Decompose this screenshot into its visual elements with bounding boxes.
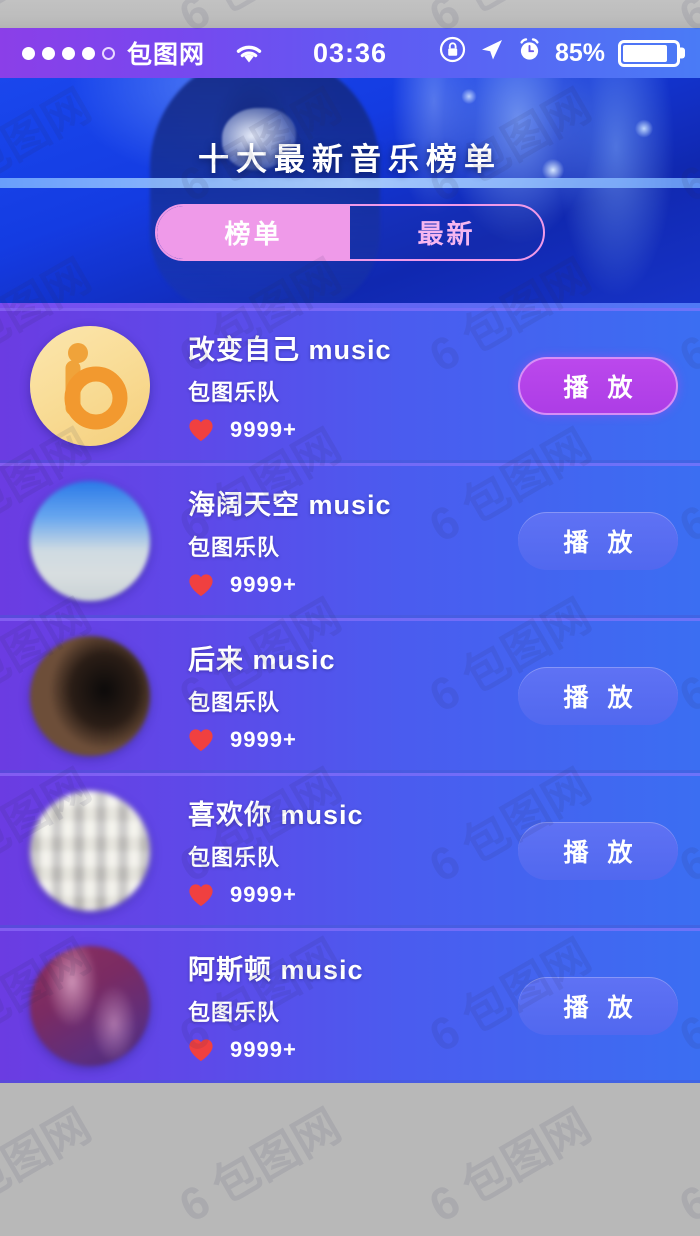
song-artist: 包图乐队	[188, 380, 281, 405]
like-count-group: 9999+	[188, 727, 518, 753]
heart-icon	[189, 1039, 213, 1061]
avatar-logo-b[interactable]	[30, 325, 150, 446]
song-artist: 包图乐队	[188, 1000, 281, 1025]
like-count: 9999+	[230, 727, 297, 752]
heart-icon	[189, 884, 213, 906]
song-row[interactable]: 阿斯顿 music 包图乐队 9999+ 播 放	[0, 928, 700, 1083]
watermark-text: 6 包图网	[670, 1099, 700, 1233]
like-count-group: 9999+	[188, 882, 518, 908]
song-title: 喜欢你 music	[188, 800, 364, 830]
song-title: 海阔天空 music	[188, 490, 392, 520]
logo-b-glyph	[30, 326, 150, 446]
play-button[interactable]: 播 放	[518, 666, 678, 725]
like-count: 9999+	[230, 1037, 297, 1062]
page-title: 十大最新音乐榜单	[198, 142, 502, 177]
song-title: 后来 music	[188, 645, 336, 675]
song-row[interactable]: 后来 music 包图乐队 9999+ 播 放	[0, 618, 700, 773]
status-bar-clock: 03:36	[312, 37, 388, 68]
tab-ranking[interactable]: 榜单	[157, 206, 350, 259]
avatar-sky[interactable]	[30, 480, 150, 601]
song-info: 改变自己 music 包图乐队 9999+	[188, 328, 518, 443]
play-button[interactable]: 播 放	[518, 976, 678, 1035]
browser-chrome-strip	[0, 0, 700, 28]
watermark-text: 6 包图网	[0, 1098, 100, 1232]
play-button[interactable]: 播 放	[518, 511, 678, 570]
song-info: 海阔天空 music 包图乐队 9999+	[188, 483, 518, 598]
like-count-group: 9999+	[188, 572, 518, 598]
hero-light-band	[0, 178, 700, 188]
song-artist: 包图乐队	[188, 690, 281, 715]
hero-banner: 十大最新音乐榜单 榜单 最新	[0, 78, 700, 308]
tab-segmented-control[interactable]: 榜单 最新	[155, 204, 545, 261]
song-info: 喜欢你 music 包图乐队 9999+	[188, 793, 518, 908]
heart-icon	[189, 574, 213, 596]
song-title: 阿斯顿 music	[188, 955, 364, 985]
like-count-group: 9999+	[188, 1037, 518, 1063]
like-count: 9999+	[230, 417, 297, 442]
play-button[interactable]: 播 放	[518, 821, 678, 880]
watermark-text: 6 包图网	[170, 1098, 350, 1233]
song-artist: 包图乐队	[188, 535, 281, 560]
song-info: 阿斯顿 music 包图乐队 9999+	[188, 948, 518, 1063]
song-title: 改变自己 music	[188, 335, 392, 365]
song-info: 后来 music 包图乐队 9999+	[188, 638, 518, 753]
avatar-light-crowd[interactable]	[30, 790, 150, 911]
avatar-dark-portrait[interactable]	[30, 635, 150, 756]
song-artist: 包图乐队	[188, 845, 281, 870]
heart-icon	[189, 729, 213, 751]
song-row[interactable]: 喜欢你 music 包图乐队 9999+ 播 放	[0, 773, 700, 928]
song-row[interactable]: 海阔天空 music 包图乐队 9999+ 播 放	[0, 463, 700, 618]
watermark-text: 6 包图网	[420, 1098, 600, 1233]
like-count: 9999+	[230, 882, 297, 907]
play-button[interactable]: 播 放	[518, 356, 678, 415]
song-list: 改变自己 music 包图乐队 9999+ 播 放海阔天空 music 包图乐队 9999…	[0, 308, 700, 1083]
like-count-group: 9999+	[188, 417, 518, 443]
like-count: 9999+	[230, 572, 297, 597]
tab-newest[interactable]: 最新	[350, 206, 543, 259]
battery-icon	[618, 39, 680, 67]
avatar-purple[interactable]	[30, 945, 150, 1066]
battery-fill	[623, 44, 668, 62]
song-row[interactable]: 改变自己 music 包图乐队 9999+ 播 放	[0, 308, 700, 463]
status-bar: 包图网 03:36 85%	[0, 28, 700, 78]
heart-icon	[189, 419, 213, 441]
